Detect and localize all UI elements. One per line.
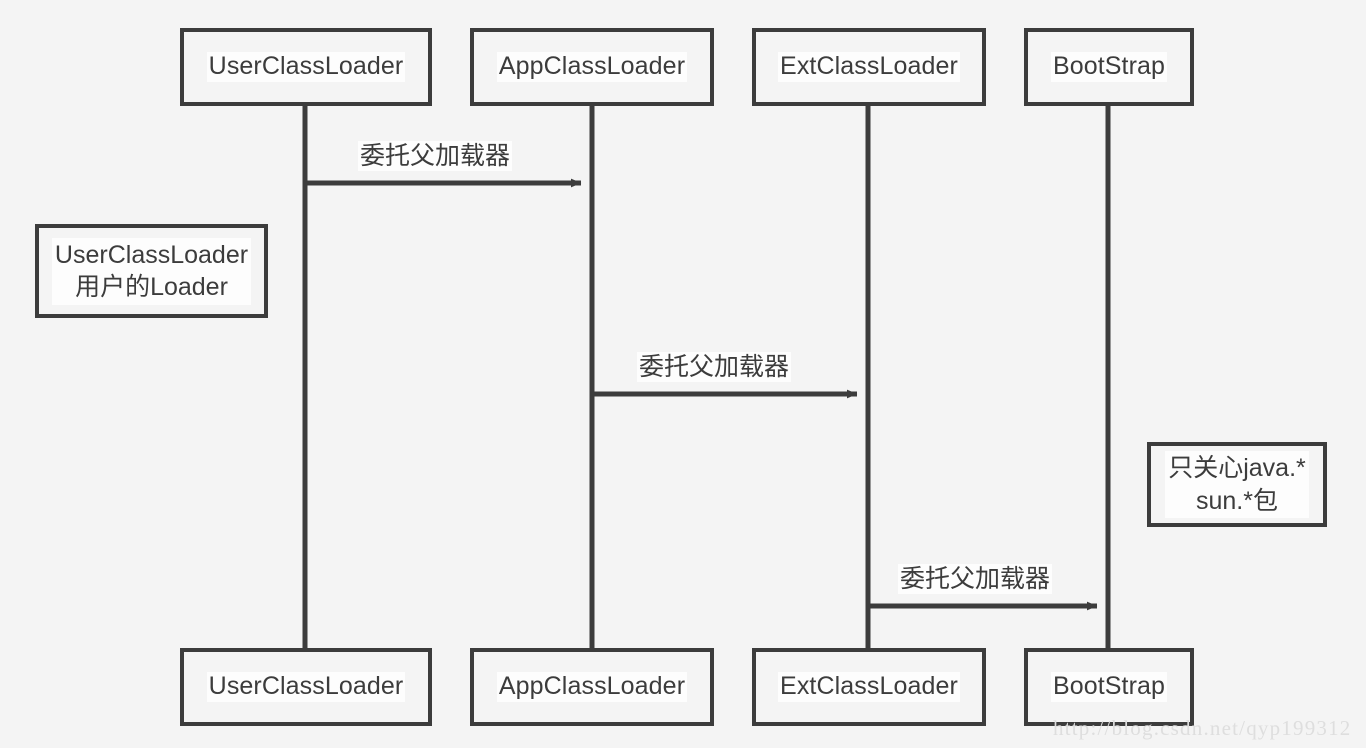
participant-box-top-app: AppClassLoader <box>470 28 714 106</box>
participant-box-bottom-label: UserClassLoader <box>206 672 406 702</box>
participant-box-bottom-label: AppClassLoader <box>496 672 688 702</box>
note-bootstrap-line2: sun.*包 <box>1196 486 1278 515</box>
participant-box-bottom-app: AppClassLoader <box>470 648 714 726</box>
note-userclassloader-line2: 用户的Loader <box>75 273 228 301</box>
participant-box-top-boot: BootStrap <box>1024 28 1194 106</box>
note-bootstrap-line1: 只关心java.* <box>1168 454 1306 482</box>
participant-box-bottom-ext: ExtClassLoader <box>752 648 986 726</box>
participant-box-top-label: UserClassLoader <box>206 52 406 82</box>
message-arrows-group <box>305 178 1098 611</box>
watermark: http://blog.csdn.net/qyp199312 <box>1053 716 1352 740</box>
message-label-1: 委托父加载器 <box>358 141 513 171</box>
participant-box-bottom-label: ExtClassLoader <box>778 672 960 702</box>
message-label-2: 委托父加载器 <box>637 352 792 382</box>
participant-box-top-label: AppClassLoader <box>496 52 688 82</box>
note-bootstrap-text: 只关心java.* sun.*包 <box>1165 451 1309 518</box>
participant-box-top-ext: ExtClassLoader <box>752 28 986 106</box>
note-userclassloader-text: UserClassLoader 用户的Loader <box>51 237 252 305</box>
note-userclassloader-line1: UserClassLoader <box>54 240 249 269</box>
participant-box-bottom-boot: BootStrap <box>1024 648 1194 726</box>
participant-box-top-label: ExtClassLoader <box>778 52 960 82</box>
note-userclassloader: UserClassLoader 用户的Loader <box>35 224 268 318</box>
participant-box-bottom-label: BootStrap <box>1050 672 1168 702</box>
message-label-3: 委托父加载器 <box>898 564 1053 594</box>
participant-box-top-user: UserClassLoader <box>180 28 432 106</box>
note-bootstrap: 只关心java.* sun.*包 <box>1147 442 1327 527</box>
participant-box-bottom-user: UserClassLoader <box>180 648 432 726</box>
participant-box-top-label: BootStrap <box>1050 52 1168 82</box>
sequence-diagram-canvas: UserClassLoader AppClassLoader ExtClassLoa… <box>0 0 1366 748</box>
